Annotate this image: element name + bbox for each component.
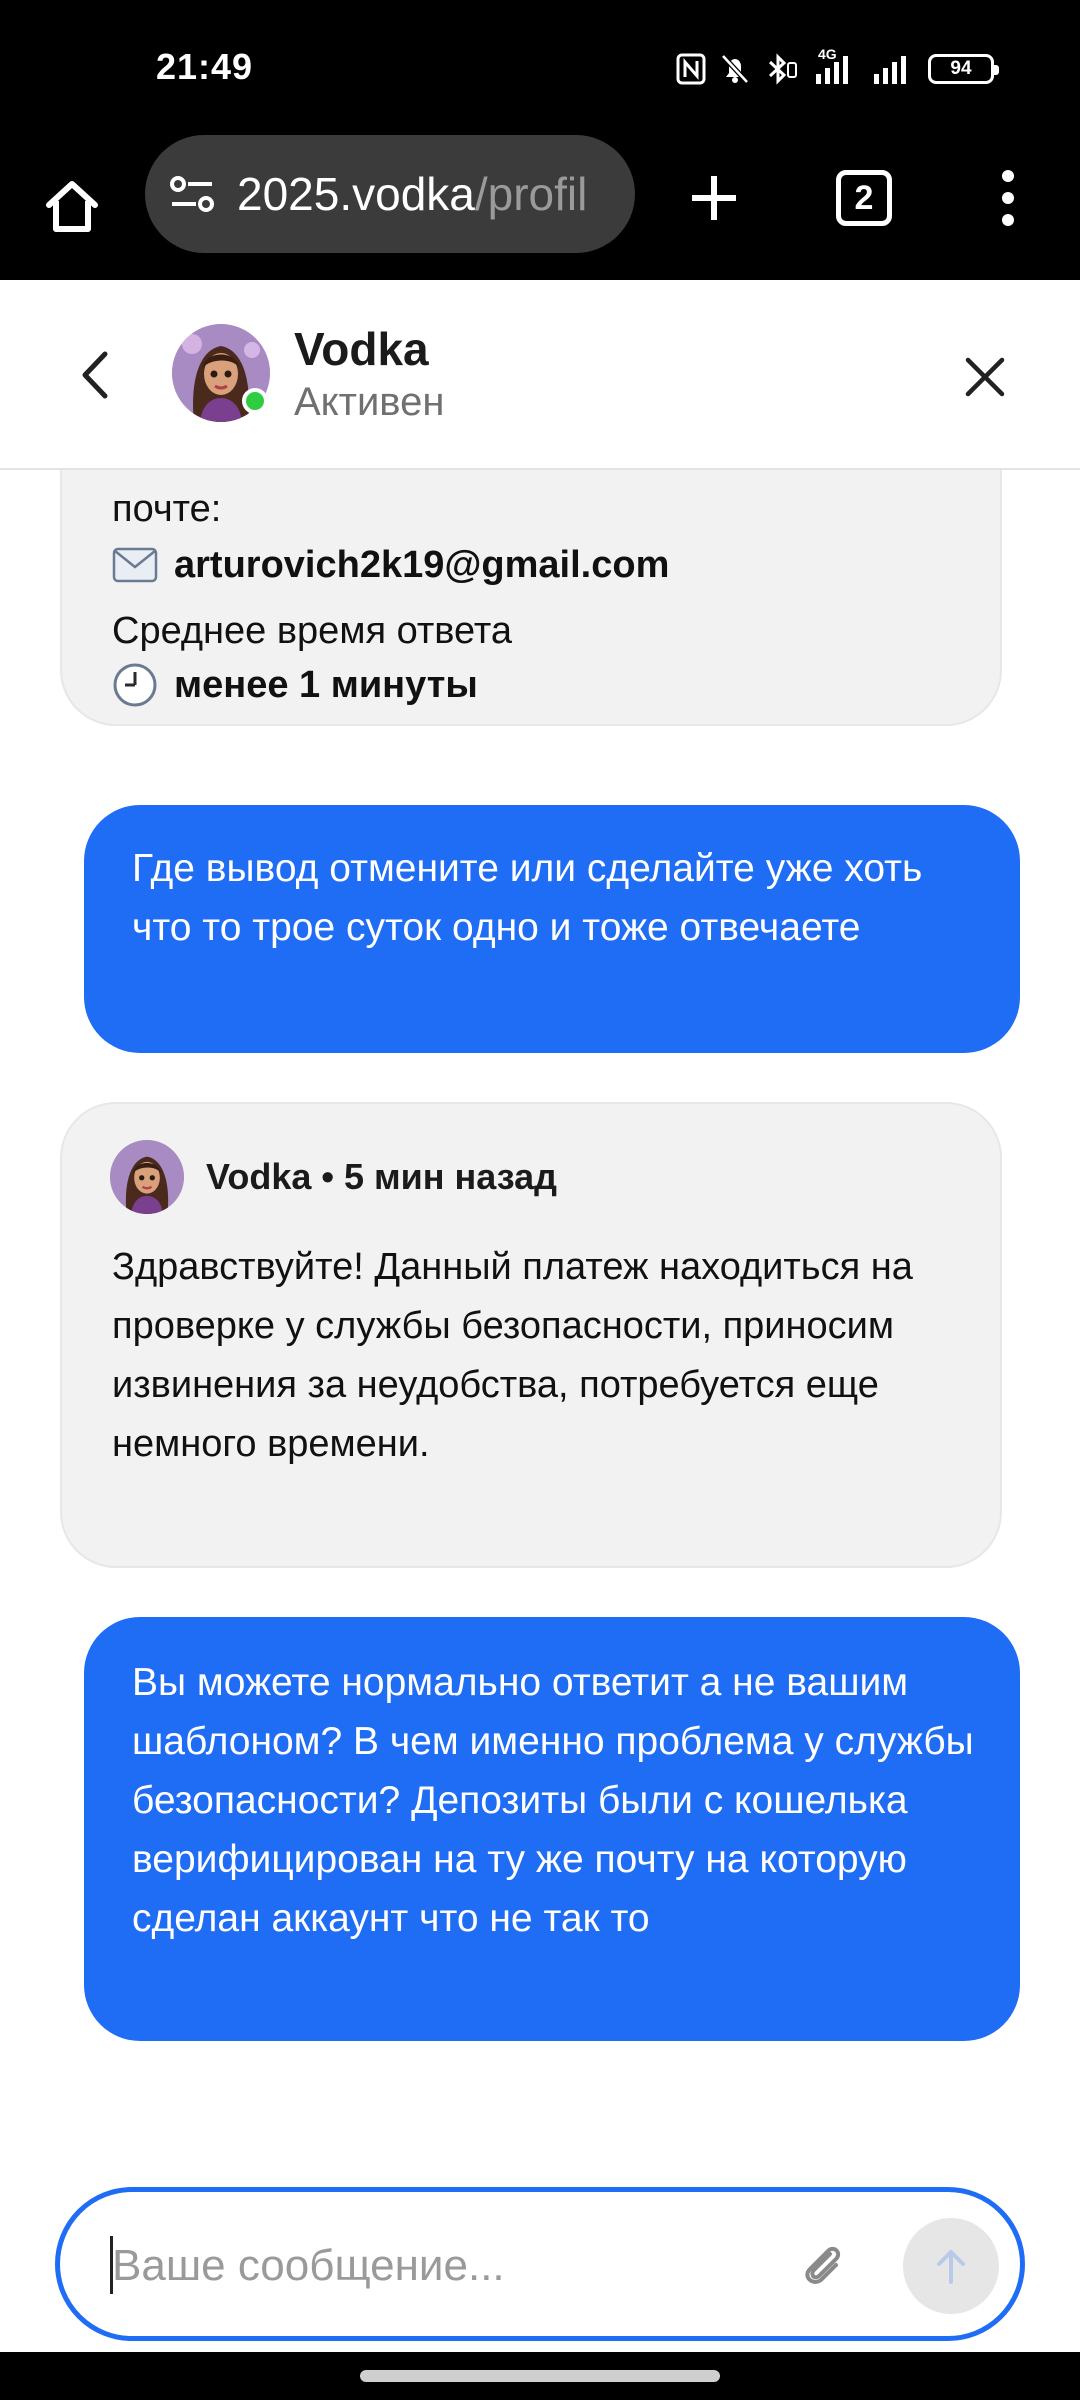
- url-bar[interactable]: 2025.vodka/profil: [145, 135, 635, 253]
- contact-status: Активен: [294, 380, 445, 424]
- close-button[interactable]: [950, 342, 1020, 412]
- bluetooth-icon: [764, 53, 798, 85]
- chevron-left-icon: [82, 351, 108, 399]
- attach-button[interactable]: [790, 2232, 856, 2298]
- nfc-icon: [676, 53, 706, 85]
- home-gesture-handle[interactable]: [360, 2370, 720, 2382]
- battery-icon: 94: [928, 54, 999, 84]
- email-row: arturovich2k19@gmail.com: [112, 542, 669, 588]
- message-composer: [55, 2187, 1025, 2341]
- response-time-value: менее 1 минуты: [174, 663, 478, 706]
- agent-reply: Vodka • 5 мин назад Здравствуйте! Данный…: [60, 1102, 1002, 1568]
- user-message: Вы можете нормально ответит а не вашим ш…: [84, 1617, 1020, 2041]
- url-path: /profil: [474, 168, 588, 220]
- messages-list[interactable]: почте: arturovich2k19@gmail.com Среднее …: [0, 470, 1080, 2160]
- status-time: 21:49: [156, 46, 254, 87]
- network-4g-icon: 4G: [812, 46, 856, 86]
- user-message-text: Где вывод отмените или сделайте уже хоть…: [132, 847, 923, 949]
- more-vert-icon[interactable]: [990, 160, 1026, 236]
- support-email[interactable]: arturovich2k19@gmail.com: [174, 544, 669, 587]
- send-button[interactable]: [903, 2218, 999, 2314]
- user-message: Где вывод отмените или сделайте уже хоть…: [84, 805, 1020, 1053]
- paperclip-icon: [805, 2246, 841, 2284]
- online-indicator: [242, 388, 268, 414]
- home-icon: [46, 181, 98, 232]
- status-icons: 4G 94: [676, 46, 999, 86]
- home-button[interactable]: [36, 170, 108, 242]
- text-caret: [110, 2236, 113, 2294]
- close-icon: [965, 357, 1005, 397]
- tab-count: 2: [854, 178, 874, 217]
- avatar: [110, 1140, 184, 1214]
- contact-name: Vodka: [294, 323, 429, 375]
- reply-text: Здравствуйте! Данный платеж находиться н…: [112, 1246, 913, 1465]
- new-tab-button[interactable]: [678, 162, 750, 234]
- browser-toolbar: 2025.vodka/profil 2: [0, 135, 1080, 280]
- envelope-icon: [112, 542, 158, 588]
- site-settings-icon[interactable]: [167, 169, 217, 219]
- tabs-button[interactable]: 2: [836, 170, 892, 226]
- status-bar: 21:49 4G 94: [0, 0, 1080, 140]
- clock-icon: [112, 662, 158, 708]
- battery-level: 94: [950, 58, 972, 79]
- url-text: 2025.vodka/profil: [237, 167, 587, 221]
- plus-icon: [692, 176, 736, 220]
- email-label: почте:: [112, 488, 222, 530]
- back-button[interactable]: [64, 340, 124, 410]
- network-label: 4G: [818, 46, 837, 62]
- system-nav-bar: [0, 2352, 1080, 2400]
- user-message-text: Вы можете нормально ответит а не вашим ш…: [132, 1661, 974, 1940]
- info-card: почте: arturovich2k19@gmail.com Среднее …: [60, 470, 1002, 726]
- url-host: 2025.vodka: [237, 168, 475, 220]
- signal-icon: [870, 52, 914, 86]
- response-time-row: менее 1 минуты: [112, 662, 478, 708]
- response-time-label: Среднее время ответа: [112, 610, 513, 652]
- bell-off-icon: [720, 53, 750, 85]
- reply-meta: Vodka • 5 мин назад: [206, 1156, 557, 1197]
- message-input[interactable]: [110, 2236, 790, 2296]
- chat-header: Vodka Активен: [0, 280, 1080, 470]
- arrow-up-icon: [937, 2250, 965, 2284]
